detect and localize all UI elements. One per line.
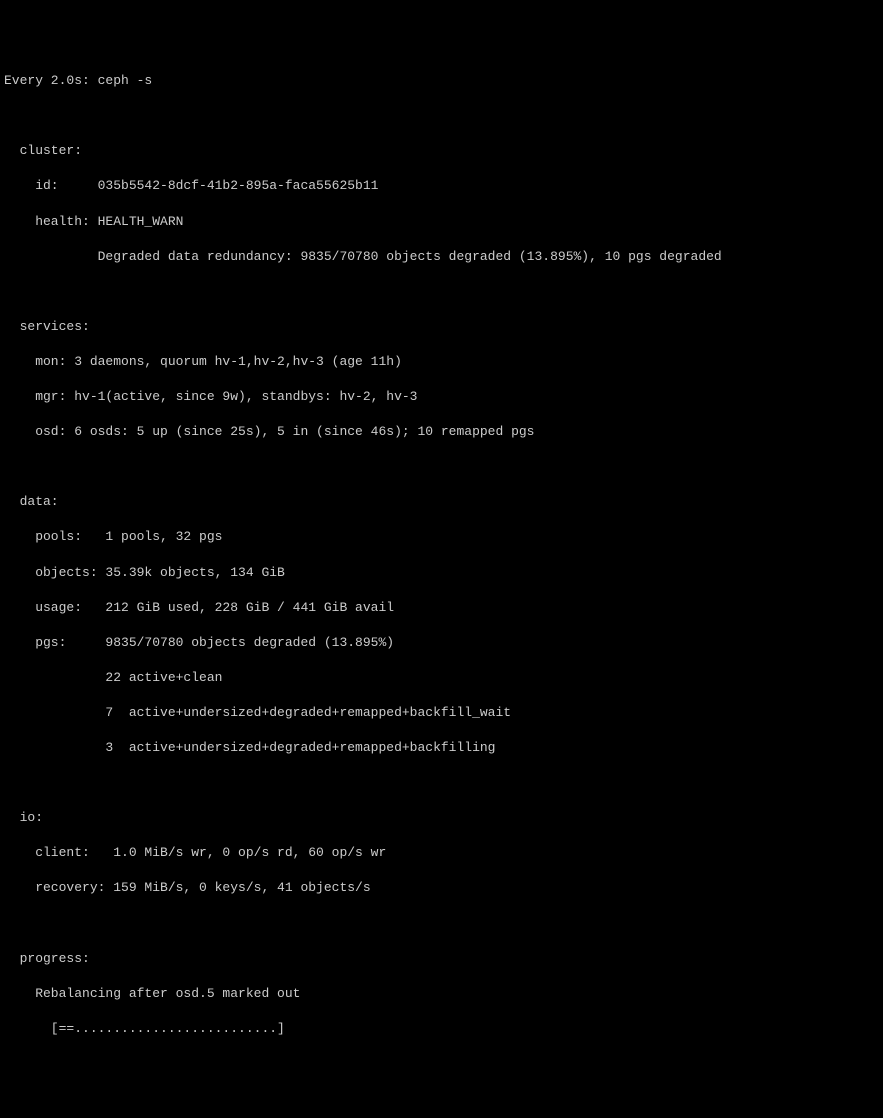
services-osd: osd: 6 osds: 5 up (since 25s), 5 in (sin… — [4, 423, 879, 441]
blank-line — [4, 458, 879, 476]
progress-rebalancing: Rebalancing after osd.5 marked out — [4, 985, 879, 1003]
blank-line — [4, 107, 879, 125]
io-recovery: recovery: 159 MiB/s, 0 keys/s, 41 object… — [4, 879, 879, 897]
io-section-title: io: — [4, 809, 879, 827]
blank-line — [4, 283, 879, 301]
blank-line — [4, 914, 879, 932]
services-mon: mon: 3 daemons, quorum hv-1,hv-2,hv-3 (a… — [4, 353, 879, 371]
services-mgr: mgr: hv-1(active, since 9w), standbys: h… — [4, 388, 879, 406]
cluster-health: health: HEALTH_WARN — [4, 213, 879, 231]
watch-header: Every 2.0s: ceph -s — [4, 72, 879, 90]
data-pgs: pgs: 9835/70780 objects degraded (13.895… — [4, 634, 879, 652]
data-pools: pools: 1 pools, 32 pgs — [4, 528, 879, 546]
cluster-section-title: cluster: — [4, 142, 879, 160]
blank-line — [4, 774, 879, 792]
cluster-degraded: Degraded data redundancy: 9835/70780 obj… — [4, 248, 879, 266]
progress-bar: [==..........................] — [4, 1020, 879, 1038]
data-objects: objects: 35.39k objects, 134 GiB — [4, 564, 879, 582]
data-usage: usage: 212 GiB used, 228 GiB / 441 GiB a… — [4, 599, 879, 617]
data-section-title: data: — [4, 493, 879, 511]
data-pgs-clean: 22 active+clean — [4, 669, 879, 687]
cluster-id: id: 035b5542-8dcf-41b2-895a-faca55625b11 — [4, 177, 879, 195]
data-pgs-backfill: 3 active+undersized+degraded+remapped+ba… — [4, 739, 879, 757]
io-client: client: 1.0 MiB/s wr, 0 op/s rd, 60 op/s… — [4, 844, 879, 862]
progress-section-title: progress: — [4, 950, 879, 968]
data-pgs-wait: 7 active+undersized+degraded+remapped+ba… — [4, 704, 879, 722]
services-section-title: services: — [4, 318, 879, 336]
